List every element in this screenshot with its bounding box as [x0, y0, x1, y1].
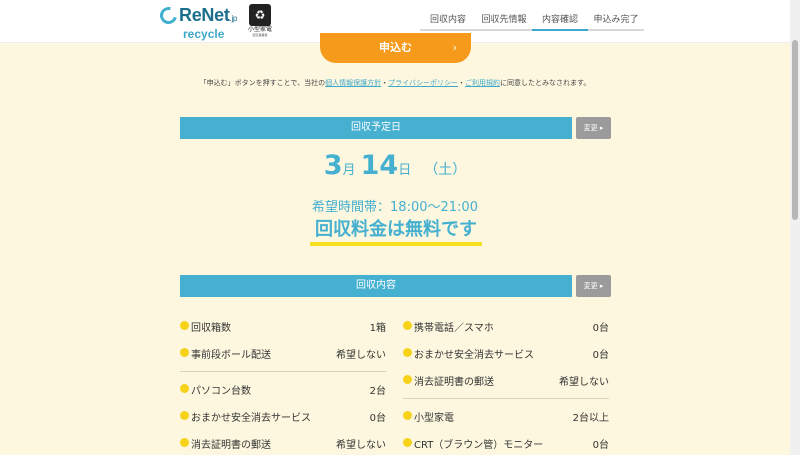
- certification-mark-icon: ♻: [249, 4, 271, 26]
- apply-button[interactable]: 申込む ›: [320, 33, 471, 63]
- step-collection-content: 回収内容: [420, 12, 476, 31]
- privacy-policy-link[interactable]: プライバシーポリシー: [388, 79, 458, 87]
- divider: [180, 371, 386, 372]
- schedule-section-title: 回収予定日: [180, 117, 572, 139]
- contents-section-title: 回収内容: [180, 275, 572, 297]
- bullet-icon: [180, 384, 189, 393]
- preferred-time: 希望時間帯：18:00〜21:00: [312, 200, 478, 215]
- agreement-notice: 「申込む」ボタンを押すことで、当社の個人情報保護方針・プライバシーポリシー・ご利…: [199, 79, 591, 87]
- list-item: 携帯電話／スマホ 0台: [403, 314, 609, 341]
- chevron-right-icon: ▸: [599, 282, 604, 290]
- list-item: おまかせ安全消去サービス 0台: [180, 404, 386, 431]
- bullet-icon: [403, 321, 412, 330]
- list-item: おまかせ安全消去サービス 0台: [403, 341, 609, 368]
- list-item: 事前段ボール配送 希望しない: [180, 341, 386, 368]
- list-item: パソコン台数 2台: [180, 377, 386, 404]
- free-fee-notice: 回収料金は無料です: [310, 219, 482, 246]
- schedule-change-button[interactable]: 変更 ▸: [576, 117, 611, 139]
- privacy-protection-policy-link[interactable]: 個人情報保護方針: [325, 79, 381, 87]
- list-item: 消去証明書の郵送 希望しない: [180, 431, 386, 455]
- terms-of-use-link[interactable]: ご利用規約: [465, 79, 500, 87]
- list-item: CRT（ブラウン管）モニター 0台: [403, 431, 609, 455]
- contents-left-column: 回収箱数 1箱 事前段ボール配送 希望しない パソコン台数 2台 おまかせ安全消去サー…: [180, 314, 386, 455]
- list-item: 消去証明書の郵送 希望しない: [403, 368, 609, 395]
- list-item: 小型家電 2台以上: [403, 404, 609, 431]
- progress-steps: 回収内容 回収先情報 内容確認 申込み完了: [420, 12, 644, 31]
- bullet-icon: [180, 411, 189, 420]
- contents-change-button[interactable]: 変更 ▸: [576, 275, 611, 297]
- page-scrollbar[interactable]: [790, 0, 800, 455]
- renet-logo-icon: [156, 3, 181, 28]
- step-complete: 申込み完了: [588, 12, 644, 31]
- bullet-icon: [180, 321, 189, 330]
- list-item: 回収箱数 1箱: [180, 314, 386, 341]
- contents-right-column: 携帯電話／スマホ 0台 おまかせ安全消去サービス 0台 消去証明書の郵送 希望しない …: [403, 314, 609, 455]
- bullet-icon: [403, 375, 412, 384]
- divider: [403, 398, 609, 399]
- scrollbar-thumb[interactable]: [792, 40, 798, 220]
- bullet-icon: [403, 348, 412, 357]
- renet-logo[interactable]: ReNet.jp recycle: [156, 3, 240, 41]
- step-collection-address: 回収先情報: [476, 12, 532, 31]
- certification-badge: ♻ 小型家電 認定事業者: [247, 4, 273, 38]
- step-confirm: 内容確認: [532, 12, 588, 31]
- bullet-icon: [403, 411, 412, 420]
- bullet-icon: [180, 438, 189, 447]
- chevron-right-icon: ▸: [599, 124, 604, 132]
- chevron-right-icon: ›: [452, 41, 457, 54]
- bullet-icon: [403, 438, 412, 447]
- collection-date: 3月 14日 （土）: [323, 150, 467, 181]
- bullet-icon: [180, 348, 189, 357]
